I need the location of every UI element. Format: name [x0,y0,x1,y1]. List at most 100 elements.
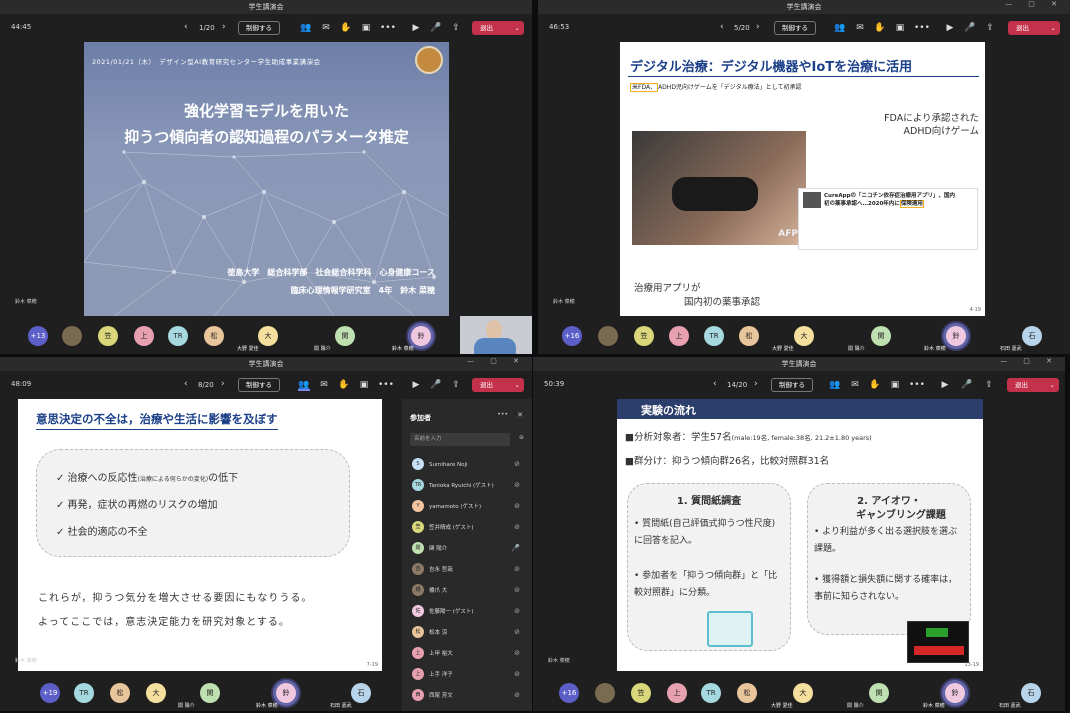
avatar-active-speaker[interactable]: 鈴 [945,683,965,703]
participant-row[interactable]: 吉吉永 哲哉 ⊘ [412,562,524,578]
raise-hand-icon[interactable]: ✋ [340,22,352,34]
camera-off-icon[interactable]: ▶ [410,379,422,391]
avatar[interactable]: 松 [739,326,759,346]
window-controls[interactable]: — ▢ ✕ [467,357,526,365]
raise-hand-icon[interactable]: ✋ [869,379,881,391]
avatar[interactable]: 大 [258,326,278,346]
next-slide-button[interactable]: › [754,379,758,389]
avatar-photo[interactable] [595,683,615,703]
prev-slide-button[interactable]: ‹ [713,379,717,389]
avatar[interactable]: 関 [335,326,355,346]
panel-more-icon[interactable]: ••• [497,411,508,418]
chevron-down-icon[interactable]: ⌄ [1051,21,1056,35]
chat-icon[interactable]: ✉ [854,22,866,34]
invite-icon[interactable]: ⊕ [519,434,524,441]
people-icon[interactable]: 👥 [300,22,312,34]
share-screen-icon[interactable]: ⇪ [450,22,462,34]
avatar[interactable]: 松 [737,683,757,703]
participant-row[interactable]: TR Tanioka Ryuichi (ゲスト) ⊘ [412,478,524,494]
next-slide-button[interactable]: › [221,379,225,389]
participant-row[interactable]: Yyamamoto (ゲスト) ⊘ [412,499,524,515]
chat-icon[interactable]: ✉ [318,379,330,391]
more-participants-badge[interactable]: +13 [28,326,48,346]
take-control-button[interactable]: 制御する [238,378,280,392]
participant-row[interactable]: 佐佐藤陽一 (ゲスト) ⊘ [412,604,524,620]
avatar[interactable]: 石 [1022,326,1042,346]
take-control-button[interactable]: 制御する [238,21,280,35]
people-icon[interactable]: 👥 [829,379,841,391]
avatar[interactable]: 笠 [631,683,651,703]
more-icon[interactable]: ••• [914,22,930,34]
avatar-photo[interactable] [598,326,618,346]
leave-button[interactable]: 退出 ⌄ [1007,378,1059,392]
avatar[interactable]: TR [701,683,721,703]
share-screen-icon[interactable]: ⇪ [984,22,996,34]
mic-off-icon[interactable]: 🎤 [430,22,442,34]
rooms-icon[interactable]: ▣ [360,22,372,34]
camera-off-icon[interactable]: ▶ [939,379,951,391]
more-participants-badge[interactable]: +19 [40,683,60,703]
avatar[interactable]: TR [704,326,724,346]
prev-slide-button[interactable]: ‹ [720,22,724,32]
avatar[interactable]: 上 [669,326,689,346]
avatar-active-speaker[interactable]: 鈴 [276,683,296,703]
leave-button[interactable]: 退出 ⌄ [1008,21,1060,35]
mic-off-icon[interactable]: 🎤 [961,379,973,391]
avatar-photo[interactable] [62,326,82,346]
chat-icon[interactable]: ✉ [849,379,861,391]
avatar[interactable]: 松 [204,326,224,346]
participant-search-input[interactable]: 名前を入力 [410,433,510,446]
take-control-button[interactable]: 制御する [774,21,816,35]
window-controls[interactable]: — ▢ ✕ [1005,0,1064,8]
camera-off-icon[interactable]: ▶ [410,22,422,34]
participant-row[interactable]: 上上手 洋子 ⊘ [412,667,524,683]
participant-row[interactable]: 西西尾 芳文 ⊘ [412,688,524,704]
participant-row[interactable]: 笠笠井晴成 (ゲスト) ⊘ [412,520,524,536]
avatar[interactable]: TR [168,326,188,346]
avatar[interactable]: 石 [1021,683,1041,703]
participant-row[interactable]: S Sumihare Noji ⊘ [412,457,524,473]
chevron-down-icon[interactable]: ⌄ [1050,378,1055,392]
avatar-active-speaker[interactable]: 鈴 [411,326,431,346]
avatar[interactable]: 大 [793,683,813,703]
participant-row[interactable]: 松松本 涼 ⊘ [412,625,524,641]
participant-row[interactable]: 関関 陽介 🎤 [412,541,524,557]
avatar[interactable]: 関 [871,326,891,346]
chevron-down-icon[interactable]: ⌄ [515,378,520,392]
raise-hand-icon[interactable]: ✋ [338,379,350,391]
avatar[interactable]: 関 [869,683,889,703]
mic-off-icon[interactable]: 🎤 [430,379,442,391]
chat-icon[interactable]: ✉ [320,22,332,34]
more-participants-badge[interactable]: +16 [562,326,582,346]
leave-button[interactable]: 退出 ⌄ [472,21,524,35]
share-screen-icon[interactable]: ⇪ [983,379,995,391]
avatar[interactable]: 松 [110,683,130,703]
rooms-icon[interactable]: ▣ [889,379,901,391]
participant-row[interactable]: 上上甲 裕大 ⊘ [412,646,524,662]
more-participants-badge[interactable]: +16 [559,683,579,703]
window-controls[interactable]: — ▢ ✕ [1000,357,1059,365]
more-icon[interactable]: ••• [909,379,925,391]
prev-slide-button[interactable]: ‹ [184,22,188,32]
rooms-icon[interactable]: ▣ [358,379,370,391]
avatar[interactable]: 大 [794,326,814,346]
chevron-down-icon[interactable]: ⌄ [515,21,520,35]
share-screen-icon[interactable]: ⇪ [450,379,462,391]
people-icon[interactable]: 👥 [834,22,846,34]
avatar-active-speaker[interactable]: 鈴 [946,326,966,346]
close-icon[interactable]: ✕ [517,411,523,419]
mic-off-icon[interactable]: 🎤 [964,22,976,34]
avatar[interactable]: 上 [667,683,687,703]
avatar[interactable]: 関 [200,683,220,703]
avatar[interactable]: 上 [134,326,154,346]
avatar[interactable]: 笠 [634,326,654,346]
next-slide-button[interactable]: › [222,22,226,32]
video-tile[interactable] [460,316,532,354]
more-icon[interactable]: ••• [378,379,394,391]
more-icon[interactable]: ••• [380,22,396,34]
people-icon[interactable]: 👥 [298,379,310,391]
avatar[interactable]: 石 [351,683,371,703]
next-slide-button[interactable]: › [756,22,760,32]
raise-hand-icon[interactable]: ✋ [874,22,886,34]
leave-button[interactable]: 退出 ⌄ [472,378,524,392]
